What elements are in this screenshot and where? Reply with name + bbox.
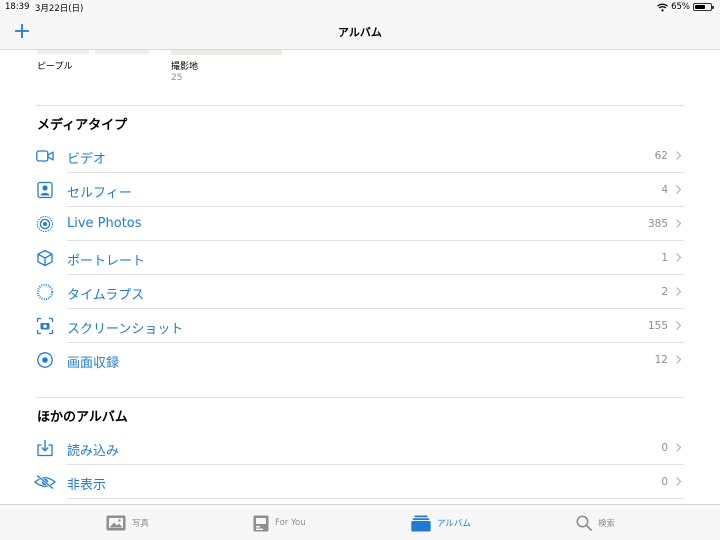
video-camera-icon: [36, 150, 54, 162]
chevron-right-icon: [676, 321, 682, 330]
tab-label: 写真: [132, 519, 150, 529]
albums-content[interactable]: ピープル 撮影地 25 メディアタイプ ビデオ 62 セルフィー 4 Live …: [0, 50, 720, 504]
import-icon: [37, 440, 53, 457]
chevron-right-icon: [676, 151, 682, 160]
screenshot-icon: [36, 317, 54, 335]
photos-icon: [106, 515, 126, 531]
page-title: アルバム: [338, 26, 382, 39]
row-count: 12: [654, 354, 668, 366]
chevron-right-icon: [676, 355, 682, 364]
row-hidden[interactable]: 非表示 0: [34, 465, 684, 499]
selfie-portrait-icon: [37, 181, 53, 199]
tab-search[interactable]: 検索: [576, 512, 615, 534]
status-date: 3月22日(日): [35, 4, 84, 14]
row-label: Live Photos: [67, 216, 142, 231]
navigation-bar: アルバム: [0, 14, 720, 50]
other-albums-title: ほかのアルバム: [37, 410, 128, 425]
battery-percent: 65%: [671, 2, 690, 12]
album-count-places: 25: [171, 73, 183, 83]
status-bar: 18:39 3月22日(日) 65%: [0, 0, 720, 14]
battery-icon: [693, 3, 714, 11]
row-video[interactable]: ビデオ 62: [36, 139, 684, 173]
row-label: ポートレート: [67, 254, 146, 269]
row-count: 62: [654, 150, 668, 162]
albums-icon: [411, 515, 431, 531]
tab-photos[interactable]: 写真: [106, 512, 149, 534]
row-count: 155: [647, 320, 668, 332]
status-time: 18:39: [5, 2, 30, 12]
live-photos-icon: [36, 215, 54, 233]
row-label: 非表示: [67, 478, 107, 493]
for-you-icon: [253, 515, 269, 531]
people-thumb-2[interactable]: [95, 50, 149, 54]
tab-bar: 写真 For You アルバム 検索: [0, 504, 720, 540]
chevron-right-icon: [676, 185, 682, 194]
row-label: スクリーンショット: [67, 322, 184, 337]
status-right: 65%: [657, 2, 714, 12]
wifi-icon: [657, 3, 669, 11]
row-screenshot[interactable]: スクリーンショット 155: [36, 309, 684, 343]
chevron-right-icon: [676, 477, 682, 486]
timelapse-icon: [36, 283, 54, 301]
chevron-right-icon: [676, 253, 682, 262]
row-live-photos[interactable]: Live Photos 385: [36, 207, 684, 241]
section-divider: [36, 397, 684, 398]
row-label: セルフィー: [67, 186, 132, 201]
row-count: 0: [661, 476, 668, 488]
search-icon: [576, 515, 592, 531]
chevron-right-icon: [676, 443, 682, 452]
row-import[interactable]: 読み込み 0: [36, 431, 684, 465]
chevron-right-icon: [676, 287, 682, 296]
row-count: 385: [647, 218, 668, 230]
row-label: 読み込み: [67, 444, 120, 459]
row-screen-recording[interactable]: 画面収録 12: [36, 343, 684, 377]
tab-label: For You: [275, 518, 306, 528]
tab-label: 検索: [598, 519, 616, 529]
section-divider: [36, 105, 684, 106]
row-count: 1: [661, 252, 668, 264]
album-label-people[interactable]: ピープル: [37, 59, 72, 72]
people-thumb-1[interactable]: [37, 50, 89, 54]
row-count: 4: [661, 184, 668, 196]
screen-recording-icon: [37, 352, 53, 368]
media-types-title: メディアタイプ: [37, 118, 128, 133]
hidden-eye-icon: [34, 474, 56, 490]
tab-albums[interactable]: アルバム: [411, 512, 471, 534]
row-portrait[interactable]: ポートレート 1: [36, 241, 684, 275]
tab-for-you[interactable]: For You: [253, 512, 306, 534]
places-thumb[interactable]: [171, 50, 282, 55]
row-selfie[interactable]: セルフィー 4: [36, 173, 684, 207]
album-label-places[interactable]: 撮影地: [171, 59, 198, 72]
cube-icon: [37, 249, 53, 267]
tab-label: アルバム: [437, 519, 471, 529]
row-count: 2: [661, 286, 668, 298]
row-separator: [67, 498, 684, 499]
row-label: ビデオ: [67, 152, 107, 167]
row-timelapse[interactable]: タイムラプス 2: [36, 275, 684, 309]
row-count: 0: [661, 442, 668, 454]
row-label: 画面収録: [67, 356, 120, 371]
chevron-right-icon: [676, 219, 682, 228]
row-label: タイムラプス: [67, 288, 145, 303]
